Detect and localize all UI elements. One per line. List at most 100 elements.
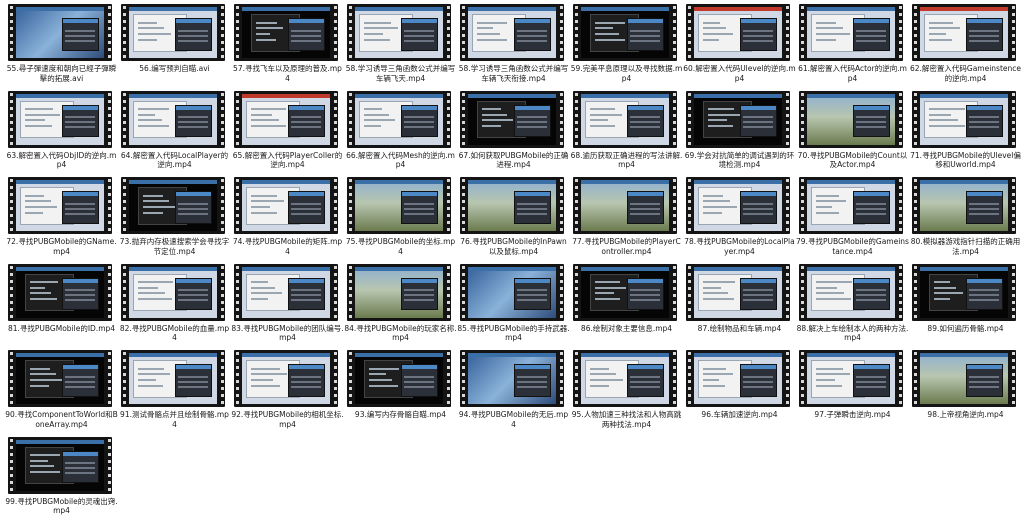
video-thumbnail-icon: [234, 350, 338, 407]
thumbnail-preview: [16, 353, 104, 404]
thumbnail-preview: [129, 267, 217, 318]
file-name-label: 97.子弹瞬击逆向.mp4: [796, 410, 909, 420]
video-file-item[interactable]: 72.寻找PUBGMobile的GName.mp4: [5, 175, 118, 262]
video-thumbnail-icon: [799, 177, 903, 234]
file-name-label: 60.解密置入代码Ulevel的逆向.mp4: [683, 64, 796, 83]
video-file-item[interactable]: 90.寻找ComponentToWorld和BoneArray.mp4: [5, 348, 118, 435]
video-file-item[interactable]: 57.寻找飞车以及原理的普及.mp4: [231, 2, 344, 89]
video-file-item[interactable]: 58.学习诱导三角函数公式并编写车辆飞天.mp4: [344, 2, 457, 89]
video-thumbnail-icon: [573, 4, 677, 61]
video-thumbnail-icon: [799, 91, 903, 148]
video-file-item[interactable]: 66.解密置入代码Mesh的逆向.mp4: [344, 89, 457, 176]
thumbnail-preview: [694, 353, 782, 404]
video-thumbnail-icon: [121, 350, 225, 407]
film-strip-holes: [219, 4, 225, 61]
video-thumbnail-icon: [799, 350, 903, 407]
video-file-item[interactable]: 96.车辆加速逆向.mp4: [683, 348, 796, 435]
thumbnail-preview: [355, 353, 443, 404]
video-file-item[interactable]: 59.完美平息原理以及寻找数据.mp4: [570, 2, 683, 89]
video-file-item[interactable]: 67.如何获取PUBGMobile的正确进程.mp4: [457, 89, 570, 176]
file-name-label: 77.寻找PUBGMobile的PlayerController.mp4: [570, 237, 683, 256]
film-strip-holes: [445, 4, 451, 61]
film-strip-holes: [784, 350, 790, 407]
thumbnail-preview: [920, 7, 1008, 58]
video-file-item[interactable]: 70.寻找PUBGMobile的Count以及Actor.mp4: [796, 89, 909, 176]
thumbnail-preview: [355, 180, 443, 231]
video-file-item[interactable]: 76.寻找PUBGMobile的InPawn以及鼠标.mp4: [457, 175, 570, 262]
video-file-item[interactable]: 88.解决上车绘制本人的两种方法.mp4: [796, 262, 909, 349]
video-file-item[interactable]: 82.寻找PUBGMobile的血量.mp4: [118, 262, 231, 349]
video-file-item[interactable]: 92.寻找PUBGMobile的相机坐标.mp4: [231, 348, 344, 435]
video-file-item[interactable]: 95.人物加速三种找法和人物高跳两种找法.mp4: [570, 348, 683, 435]
video-file-item[interactable]: 71.寻找PUBGMobile的Ulevel偏移和Uworld.mp4: [909, 89, 1022, 176]
file-name-label: 59.完美平息原理以及寻找数据.mp4: [570, 64, 683, 83]
video-file-item[interactable]: 62.解密置入代码Gameinstence的逆向.mp4: [909, 2, 1022, 89]
video-thumbnail-icon: [8, 437, 112, 494]
video-file-item[interactable]: 87.绘制物品和车辆.mp4: [683, 262, 796, 349]
file-name-label: 87.绘制物品和车辆.mp4: [683, 324, 796, 334]
video-file-item[interactable]: 98.上帝视角逆向.mp4: [909, 348, 1022, 435]
video-thumbnail-icon: [234, 177, 338, 234]
video-file-item[interactable]: 79.寻找PUBGMobile的Gameinstance.mp4: [796, 175, 909, 262]
file-name-label: 99.寻找PUBGMobile的灵魂出窍.mp4: [5, 497, 118, 516]
thumbnail-preview: [355, 267, 443, 318]
film-strip-holes: [121, 91, 127, 148]
video-file-item[interactable]: 89.如何遍历骨骼.mp4: [909, 262, 1022, 349]
thumbnail-preview: [694, 267, 782, 318]
video-file-item[interactable]: 99.寻找PUBGMobile的灵魂出窍.mp4: [5, 435, 118, 521]
video-file-item[interactable]: 86.绘制对象主要信息.mp4: [570, 262, 683, 349]
video-file-item[interactable]: 97.子弹瞬击逆向.mp4: [796, 348, 909, 435]
file-name-label: 94.寻找PUBGMobile的无后.mp4: [457, 410, 570, 429]
video-file-item[interactable]: 69.学会对抗简单的调试遇到的环境检测.mp4: [683, 89, 796, 176]
video-file-item[interactable]: 65.解密置入代码PlayerColler的逆向.mp4: [231, 89, 344, 176]
video-thumbnail-icon: [347, 4, 451, 61]
video-file-item[interactable]: 83.寻找PUBGMobile的团队编号.mp4: [231, 262, 344, 349]
thumbnail-preview: [468, 353, 556, 404]
video-thumbnail-icon: [686, 350, 790, 407]
film-strip-holes: [671, 91, 677, 148]
video-file-item[interactable]: 81.寻找PUBGMobile的ID.mp4: [5, 262, 118, 349]
video-file-item[interactable]: 93.编写内存骨骼自瞄.mp4: [344, 348, 457, 435]
video-file-item[interactable]: 63.解密置入代码ObjID的逆向.mp4: [5, 89, 118, 176]
video-file-item[interactable]: 68.逾历获取正确进程的写法讲解.mp4: [570, 89, 683, 176]
file-name-label: 66.解密置入代码Mesh的逆向.mp4: [344, 151, 457, 170]
film-strip-holes: [8, 177, 14, 234]
film-strip-holes: [445, 91, 451, 148]
video-thumbnail-icon: [460, 350, 564, 407]
video-thumbnail-icon: [8, 91, 112, 148]
video-file-item[interactable]: 75.寻找PUBGMobile的坐标.mp4: [344, 175, 457, 262]
film-strip-holes: [445, 177, 451, 234]
video-file-item[interactable]: 91.测试骨骼点并且绘制骨骼.mp4: [118, 348, 231, 435]
film-strip-holes: [912, 350, 918, 407]
film-strip-holes: [912, 264, 918, 321]
film-strip-holes: [1010, 91, 1016, 148]
video-file-item[interactable]: 56.编写预判自瞄.avi: [118, 2, 231, 89]
video-thumbnail-icon: [234, 264, 338, 321]
film-strip-holes: [219, 91, 225, 148]
film-strip-holes: [573, 4, 579, 61]
video-file-item[interactable]: 80.模拟器游戏指针扫描的正确用法.mp4: [909, 175, 1022, 262]
video-file-item[interactable]: 60.解密置入代码Ulevel的逆向.mp4: [683, 2, 796, 89]
video-file-item[interactable]: 74.寻找PUBGMobile的矩阵.mp4: [231, 175, 344, 262]
video-file-item[interactable]: 94.寻找PUBGMobile的无后.mp4: [457, 348, 570, 435]
video-file-item[interactable]: 77.寻找PUBGMobile的PlayerController.mp4: [570, 175, 683, 262]
film-strip-holes: [799, 91, 805, 148]
film-strip-holes: [8, 350, 14, 407]
video-file-item[interactable]: 55.尋子彈速度和朝向已經子彈瞬擊的拓展.avi: [5, 2, 118, 89]
thumbnail-preview: [920, 180, 1008, 231]
video-thumbnail-icon: [234, 91, 338, 148]
video-file-item[interactable]: 73.抛弃内存极速搜索学会寻找字节定位.mp4: [118, 175, 231, 262]
video-file-item[interactable]: 84.寻找PUBGMobile的玩家名称.mp4: [344, 262, 457, 349]
film-strip-holes: [784, 4, 790, 61]
video-file-item[interactable]: 64.解密置入代码LocalPlayer的逆向.mp4: [118, 89, 231, 176]
video-file-item[interactable]: 85.寻找PUBGMobile的手持武器.mp4: [457, 262, 570, 349]
video-file-item[interactable]: 78.寻找PUBGMobile的LocalPlayer.mp4: [683, 175, 796, 262]
film-strip-holes: [347, 350, 353, 407]
film-strip-holes: [106, 177, 112, 234]
video-file-item[interactable]: 58.学习诱导三角函数公式并编写车辆飞天衔接.mp4: [457, 2, 570, 89]
video-file-item[interactable]: 61.解密置入代码Actor的逆向.mp4: [796, 2, 909, 89]
video-thumbnail-icon: [912, 350, 1016, 407]
file-name-label: 79.寻找PUBGMobile的Gameinstance.mp4: [796, 237, 909, 256]
film-strip-holes: [1010, 350, 1016, 407]
file-name-label: 71.寻找PUBGMobile的Ulevel偏移和Uworld.mp4: [909, 151, 1022, 170]
